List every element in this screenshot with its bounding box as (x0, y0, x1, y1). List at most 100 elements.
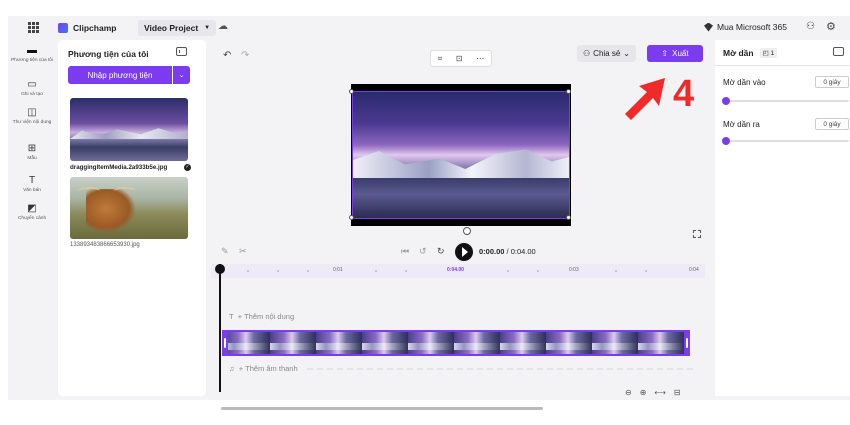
caret-down-icon: ▼ (204, 25, 211, 31)
divider (715, 65, 850, 66)
total-time: / 0:04.00 (506, 247, 536, 256)
slider-knob[interactable] (722, 97, 730, 105)
gear-icon[interactable]: ⚙ (826, 20, 836, 33)
collapse-panel-icon[interactable] (833, 47, 844, 56)
nav-item-text[interactable]: T Văn bản (8, 175, 56, 194)
clip-trim-handle-right[interactable] (684, 330, 690, 356)
video-frame[interactable] (352, 91, 570, 219)
nav-item-content-library[interactable]: ◫ Thư viện nội dung (8, 108, 56, 126)
check-icon: ✓ (184, 164, 191, 171)
add-audio-label: + Thêm âm thanh (238, 364, 298, 373)
tick-dot (507, 270, 509, 272)
playback-controls: ✎ ✂ ⏮ ↺ ↻ 0:00.00 / 0:04.00 (211, 242, 705, 262)
media-panel: Phương tiện của tôi Nhập phương tiện ⌄ d… (58, 40, 206, 396)
cow-shape (86, 189, 136, 233)
tick-label: 0:03 (569, 267, 579, 273)
playhead[interactable] (215, 264, 225, 392)
annotation-number: 4 (673, 73, 695, 115)
nav-label: Chuyển cảnh (17, 216, 47, 221)
fade-out-value-input[interactable]: 0 giây (815, 118, 849, 130)
properties-title: Mờ dần ◰ 1 (723, 48, 778, 58)
preview-area: ↶ ↷ ⌗ ⊡ ⋯ ⚇ Chia sẻ ⌄ ⇧ Xuất 4 (211, 40, 705, 258)
fade-panel-title: Mờ dần (723, 48, 754, 58)
playback-time: 0:00.00 / 0:04.00 (479, 247, 536, 256)
resize-handle[interactable] (566, 215, 571, 220)
transitions-icon: ◩ (27, 203, 37, 214)
tick-dot (615, 270, 617, 272)
tick-dot (307, 270, 309, 272)
properties-panel: Mờ dần ◰ 1 Mờ dần vào 0 giây Mờ dần ra 0… (715, 40, 850, 396)
share-button[interactable]: ⚇ Chia sẻ ⌄ (577, 45, 636, 62)
upload-icon: ⇧ (661, 49, 669, 58)
undo-icon[interactable]: ↶ (223, 50, 231, 61)
chevron-down-icon: ⌄ (623, 49, 630, 58)
nav-item-transitions[interactable]: ◩ Chuyển cảnh (8, 203, 56, 222)
video-canvas[interactable] (349, 84, 571, 226)
tick-label-current: 0:04.00 (447, 267, 464, 273)
left-nav: ▬ Phương tiện của tôi ▭ Ghi và tạo ◫ Thư… (8, 40, 56, 400)
fullscreen-icon[interactable] (693, 230, 701, 238)
mountains-shape (353, 149, 569, 178)
folder-icon: ▬ (27, 45, 37, 56)
import-options-chevron-icon[interactable]: ⌄ (173, 66, 190, 84)
resize-handle[interactable] (349, 215, 354, 220)
fit-icon[interactable]: ⊡ (456, 54, 463, 63)
media-thumbnail-highland-cow[interactable] (70, 177, 188, 239)
buy-microsoft-365-button[interactable]: Mua Microsoft 365 (704, 22, 787, 32)
annotation-arrow-icon (625, 78, 665, 120)
redo-icon[interactable]: ↷ (241, 50, 249, 61)
timeline: 0:01 0:04.00 0:03 0:04 T + Thêm nội dung… (211, 264, 705, 410)
text-icon: T (28, 175, 36, 186)
scissors-icon[interactable]: ✂ (239, 246, 247, 257)
fit-timeline-icon[interactable]: ⟷ (654, 388, 665, 397)
zoom-in-icon[interactable]: ⊕ (640, 388, 647, 397)
export-button[interactable]: ⇧ Xuất (647, 45, 703, 62)
media-panel-title: Phương tiện của tôi (68, 49, 149, 59)
horn-shape (78, 187, 100, 195)
app-launcher-icon[interactable] (28, 22, 39, 33)
media-caption: 133893483866653930.jpg (70, 242, 140, 248)
slider-knob[interactable] (722, 137, 730, 145)
video-clip[interactable] (222, 330, 690, 356)
rotate-handle-icon[interactable] (463, 227, 471, 235)
timeline-layout-icon[interactable]: ⊟ (674, 388, 681, 397)
resize-handle[interactable] (566, 89, 571, 94)
camera-icon: ▭ (27, 79, 37, 90)
forward-icon[interactable]: ↻ (437, 246, 445, 257)
zoom-out-icon[interactable]: ⊖ (625, 388, 632, 397)
skip-back-icon[interactable]: ⏮ (401, 246, 409, 257)
fade-in-slider[interactable] (722, 97, 849, 105)
magic-icon[interactable]: ✎ (221, 246, 229, 257)
nav-item-record[interactable]: ▭ Ghi và tạo (8, 79, 56, 98)
import-media-button[interactable]: Nhập phương tiện (68, 66, 172, 84)
fade-in-label: Mờ dần vào (723, 78, 766, 87)
media-thumbnail-mountains[interactable] (70, 98, 188, 161)
people-icon[interactable]: ⚇ (806, 21, 815, 32)
add-text-track[interactable]: T + Thêm nội dung (229, 312, 294, 321)
badge-count: 1 (770, 50, 775, 57)
cloud-off-icon[interactable]: ☁ (218, 21, 228, 32)
clip-trim-handle-left[interactable] (222, 330, 228, 356)
nav-label: Văn bản (23, 188, 41, 193)
play-button[interactable] (455, 243, 473, 261)
fade-out-slider[interactable] (722, 137, 849, 145)
timeline-ruler[interactable]: 0:01 0:04.00 0:03 0:04 (211, 264, 705, 278)
tick-label: 0:04 (689, 267, 699, 273)
fade-in-value-input[interactable]: 0 giây (815, 76, 849, 88)
resize-handle[interactable] (349, 89, 354, 94)
current-time: 0:00.00 (479, 247, 505, 256)
rewind-icon[interactable]: ↺ (419, 246, 427, 257)
collapse-panel-icon[interactable] (176, 47, 187, 56)
nav-label: Ghi và tạo (21, 92, 43, 97)
people-icon: ⚇ (583, 49, 591, 58)
project-name-dropdown[interactable]: Video Project ▼ (138, 20, 217, 36)
fade-out-label: Mờ dần ra (723, 120, 760, 129)
add-audio-track[interactable]: ♫ + Thêm âm thanh (229, 364, 298, 373)
more-icon[interactable]: ⋯ (476, 54, 484, 63)
nav-item-my-media[interactable]: ▬ Phương tiện của tôi (8, 45, 56, 64)
nav-item-templates[interactable]: ⊞ Mẫu (8, 144, 56, 162)
timeline-zoom-controls: ⊖ ⊕ ⟷ ⊟ (625, 388, 681, 397)
crop-icon[interactable]: ⌗ (438, 54, 443, 64)
timeline-scrollbar[interactable] (221, 407, 543, 410)
audio-placeholder-wave (307, 368, 697, 370)
